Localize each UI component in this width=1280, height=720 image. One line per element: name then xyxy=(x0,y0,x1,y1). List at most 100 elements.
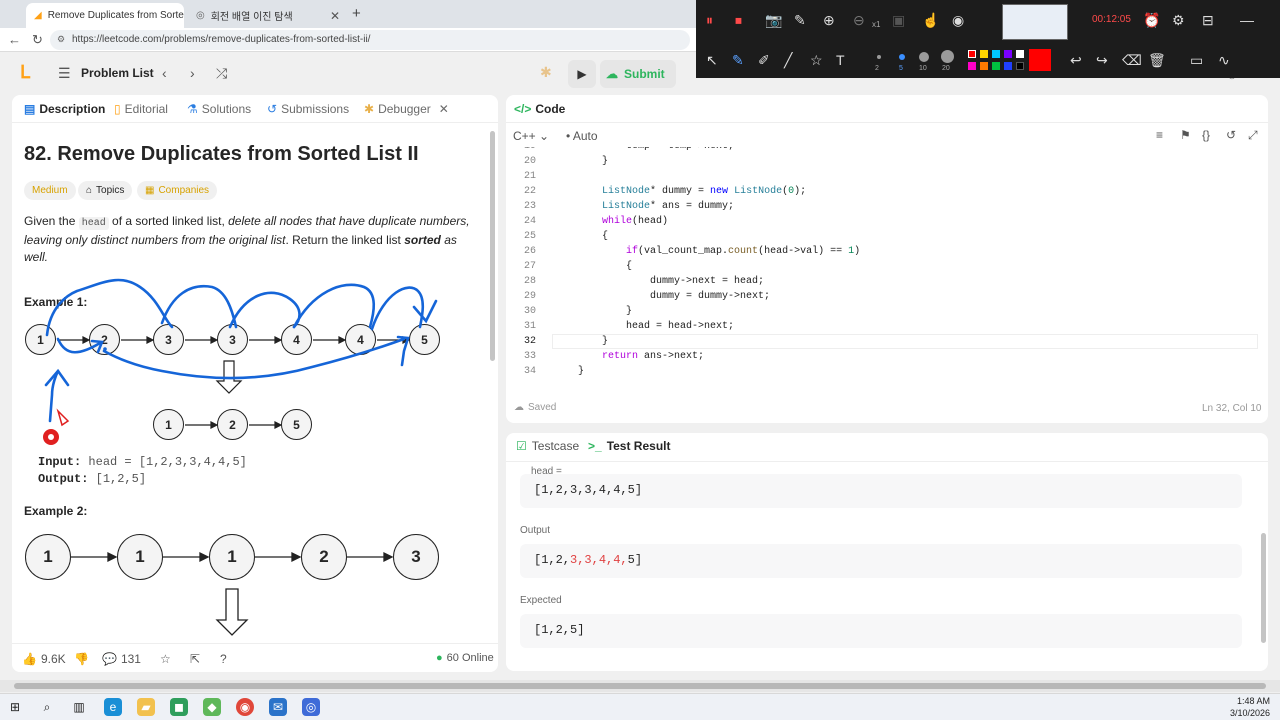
debug-icon[interactable]: ✱ xyxy=(540,64,552,81)
store-icon[interactable]: ◼ xyxy=(170,698,188,716)
whiteboard-icon[interactable]: ▭ xyxy=(1190,52,1203,69)
fullscreen-icon[interactable]: ⤢ xyxy=(1248,128,1258,143)
help-button[interactable]: ? xyxy=(220,652,227,666)
comment-icon: 💬 xyxy=(102,652,117,666)
color-swatch-black[interactable] xyxy=(1016,62,1024,70)
list-node: 1 xyxy=(209,534,255,580)
shuffle-icon[interactable]: ⤮ xyxy=(216,65,227,82)
browser-tab[interactable]: ◎ 회전 배열 이진 탐색 ✕ xyxy=(188,3,348,28)
submit-button[interactable]: ☁ Submit xyxy=(600,60,676,88)
back-icon[interactable]: ← xyxy=(8,32,21,47)
search-icon[interactable]: ⌕ xyxy=(38,698,56,716)
page-horizontal-scrollbar[interactable] xyxy=(0,680,1280,692)
code-line: } xyxy=(554,156,609,167)
color-swatch-green[interactable] xyxy=(992,62,1000,70)
outlook-icon[interactable]: ✉ xyxy=(269,698,287,716)
reset-icon[interactable]: ↺ xyxy=(1226,128,1236,142)
pen-icon[interactable]: ✎ xyxy=(794,12,806,29)
language-select[interactable]: C++ ⌄ xyxy=(513,129,549,143)
like-button[interactable]: 👍 9.6K xyxy=(22,652,66,666)
share-button[interactable]: ⇱ xyxy=(190,652,200,666)
leetcode-logo-icon[interactable]: ᒪ xyxy=(20,62,30,83)
color-swatch-orange[interactable] xyxy=(980,62,988,70)
code-editor[interactable]: 19 20 21 22 23 24 25 26 27 28 29 30 31 3… xyxy=(506,147,1268,387)
next-problem-icon[interactable]: › xyxy=(190,65,195,81)
settings-icon[interactable]: ⚙ xyxy=(1172,12,1185,29)
output-value-box: [1,2,3,3,4,4,5] xyxy=(520,544,1242,578)
site-info-icon[interactable]: ⚙ xyxy=(57,34,65,45)
stop-record-icon[interactable]: ⏹ xyxy=(735,12,742,29)
redo-icon[interactable]: ↪ xyxy=(1096,52,1108,69)
star-tool-icon[interactable]: ☆ xyxy=(810,52,823,69)
zoom-out-icon[interactable]: ⊖ xyxy=(853,12,865,29)
minimize-icon[interactable]: — xyxy=(1240,12,1254,28)
run-button[interactable]: ▶ xyxy=(568,60,596,88)
pause-record-icon[interactable]: ⏸ xyxy=(706,12,713,29)
screenshot-icon[interactable]: 📷 xyxy=(765,12,782,29)
line-number: 23 xyxy=(523,201,536,212)
edge-icon[interactable]: e xyxy=(104,698,122,716)
undo-icon[interactable]: ↩ xyxy=(1070,52,1082,69)
start-icon[interactable]: ⊞ xyxy=(6,698,24,716)
scroll-thumb[interactable] xyxy=(14,683,1266,689)
text-tool-icon[interactable]: T xyxy=(836,52,845,68)
line-tool-icon[interactable]: ╱ xyxy=(784,52,792,69)
current-color[interactable] xyxy=(1029,49,1051,71)
tab-test-result[interactable]: >_ Test Result xyxy=(588,439,670,453)
url-field[interactable]: ⚙ https://leetcode.com/problems/remove-d… xyxy=(50,30,690,50)
new-tab-button[interactable]: + xyxy=(352,5,361,22)
code-line: ListNode* dummy = new ListNode(0); xyxy=(602,186,807,197)
brush-size-20[interactable] xyxy=(941,50,954,63)
braces-icon[interactable]: {} xyxy=(1202,128,1210,142)
code-tab[interactable]: </> Code xyxy=(514,102,565,116)
cast-icon[interactable]: ⊟ xyxy=(1202,12,1214,29)
bookmark-icon[interactable]: ⚑ xyxy=(1180,128,1191,142)
recorder-app-icon[interactable]: ◎ xyxy=(302,698,320,716)
autocomplete-toggle[interactable]: • Auto xyxy=(566,129,598,143)
problem-list-link[interactable]: Problem List xyxy=(81,66,154,80)
comments-button[interactable]: 💬 131 xyxy=(102,652,141,666)
alarm-icon[interactable]: ⏰ xyxy=(1143,12,1160,29)
task-view-icon[interactable]: ▥ xyxy=(70,698,88,716)
color-swatch-yellow[interactable] xyxy=(980,50,988,58)
favorite-button[interactable]: ☆ xyxy=(160,652,171,666)
test-scrollbar[interactable] xyxy=(1261,533,1266,643)
brush-size-5[interactable] xyxy=(899,54,905,60)
brush-size-2[interactable] xyxy=(877,55,881,59)
prev-problem-icon[interactable]: ‹ xyxy=(162,65,167,81)
cursor-highlight-icon[interactable]: ☝ xyxy=(922,12,939,29)
zoom-in-icon[interactable]: ⊕ xyxy=(823,12,835,29)
pen-tool-icon[interactable]: ✎ xyxy=(732,52,744,69)
color-swatch-red[interactable] xyxy=(968,50,976,58)
eraser-icon[interactable]: ⌫ xyxy=(1122,52,1142,69)
color-swatch-blue[interactable] xyxy=(1004,62,1012,70)
chrome-icon[interactable]: ◉ xyxy=(236,698,254,716)
list-icon[interactable]: ☰ xyxy=(58,65,71,82)
trash-icon[interactable]: 🗑 xyxy=(1148,52,1166,69)
code-line: head = head->next; xyxy=(554,321,735,332)
webcam-preview[interactable] xyxy=(1002,4,1068,40)
app-icon[interactable]: ◆ xyxy=(203,698,221,716)
color-swatch-cyan[interactable] xyxy=(992,50,1000,58)
code-line: return ans->next; xyxy=(602,351,705,362)
pip-icon[interactable]: ▣ xyxy=(892,12,905,29)
description-footer: 👍 9.6K 👎 💬 131 ☆ ⇱ ? ● 60 Online xyxy=(12,643,498,672)
list-node: 2 xyxy=(301,534,347,580)
close-tab-icon[interactable]: ✕ xyxy=(330,9,340,23)
dislike-button[interactable]: 👎 xyxy=(74,652,89,666)
brush-size-10[interactable] xyxy=(919,52,929,62)
description-scrollbar[interactable] xyxy=(490,131,495,361)
ink-annotation xyxy=(43,278,438,445)
highlighter-icon[interactable]: ✐ xyxy=(758,52,770,69)
signature-icon[interactable]: ∿ xyxy=(1218,52,1230,69)
color-swatch-white[interactable] xyxy=(1016,50,1024,58)
reload-icon[interactable]: ↻ xyxy=(32,32,43,48)
format-icon[interactable]: ≡ xyxy=(1156,128,1163,142)
spotlight-icon[interactable]: ◉ xyxy=(952,12,964,29)
browser-tab-active[interactable]: ◢ Remove Duplicates from Sorted Li ✕ xyxy=(26,3,184,28)
color-swatch-purple[interactable] xyxy=(1004,50,1012,58)
color-swatch-magenta[interactable] xyxy=(968,62,976,70)
tab-testcase[interactable]: ☑ Testcase xyxy=(516,439,579,453)
select-tool-icon[interactable]: ↖ xyxy=(706,52,718,69)
file-explorer-icon[interactable]: ▰ xyxy=(137,698,155,716)
